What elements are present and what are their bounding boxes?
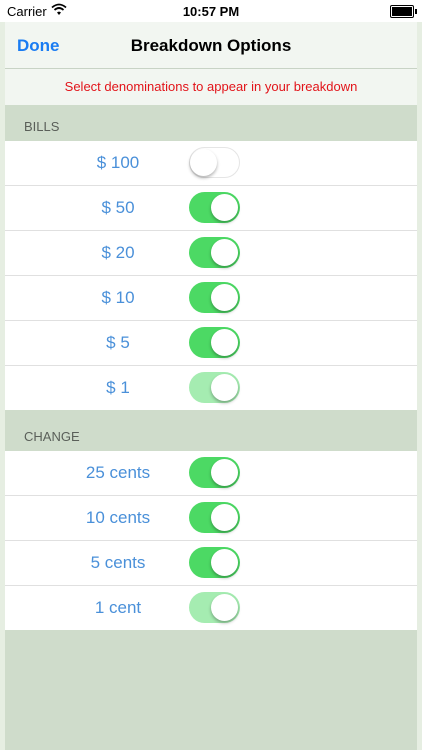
toggle-knob: [211, 459, 238, 486]
denomination-toggle[interactable]: [189, 502, 240, 533]
list-item: 5 cents: [5, 541, 417, 586]
status-bar: Carrier 10:57 PM: [0, 0, 422, 22]
denomination-toggle[interactable]: [189, 372, 240, 403]
navigation-bar: Done Breakdown Options: [5, 22, 417, 69]
toggle-knob: [211, 594, 238, 621]
section-header-label: BILLS: [24, 119, 60, 134]
denomination-toggle[interactable]: [189, 327, 240, 358]
toggle-knob: [211, 194, 238, 221]
list-item: 10 cents: [5, 496, 417, 541]
list-item: 1 cent: [5, 586, 417, 630]
breakdown-options-screen: Done Breakdown Options Select denominati…: [5, 22, 417, 750]
battery-icon: [390, 5, 417, 18]
denomination-toggle[interactable]: [189, 282, 240, 313]
section-header-bills: BILLS: [5, 105, 417, 141]
bills-list: $ 100 $ 50 $ 20 $ 10 $ 5 $ 1: [5, 141, 417, 410]
list-item: $ 20: [5, 231, 417, 276]
toggle-knob: [211, 239, 238, 266]
toggle-knob: [211, 504, 238, 531]
list-item: $ 50: [5, 186, 417, 231]
toggle-knob: [211, 374, 238, 401]
list-item: $ 100: [5, 141, 417, 186]
denomination-toggle[interactable]: [189, 147, 240, 178]
list-item: $ 1: [5, 366, 417, 410]
denomination-toggle[interactable]: [189, 237, 240, 268]
page-title: Breakdown Options: [130, 36, 292, 55]
toggle-knob: [211, 284, 238, 311]
list-item: $ 5: [5, 321, 417, 366]
clock: 10:57 PM: [182, 4, 240, 19]
denomination-toggle[interactable]: [189, 547, 240, 578]
denomination-toggle[interactable]: [189, 192, 240, 223]
toggle-knob: [190, 148, 217, 176]
instruction-text: Select denominations to appear in your b…: [5, 69, 417, 105]
section-header-change: CHANGE: [5, 415, 417, 451]
list-item: 25 cents: [5, 451, 417, 496]
denomination-toggle[interactable]: [189, 592, 240, 623]
list-item: $ 10: [5, 276, 417, 321]
change-list: 25 cents 10 cents 5 cents 1 cent: [5, 451, 417, 630]
section-header-label: CHANGE: [24, 429, 80, 444]
denomination-toggle[interactable]: [189, 457, 240, 488]
toggle-knob: [211, 549, 238, 576]
toggle-knob: [211, 329, 238, 356]
